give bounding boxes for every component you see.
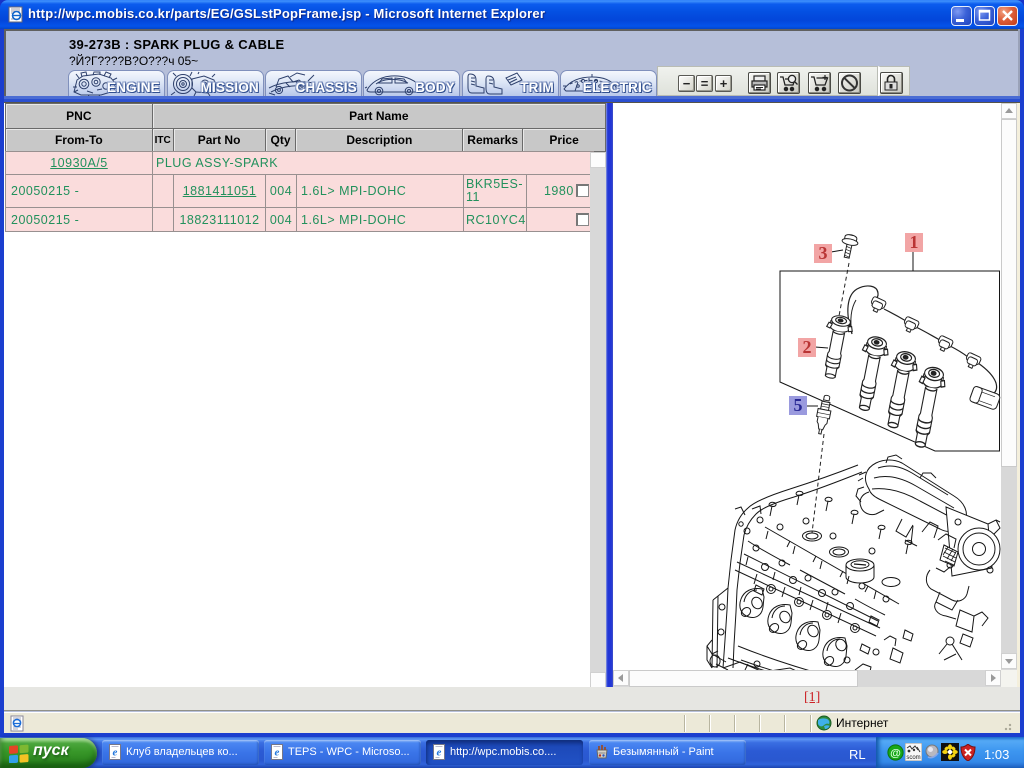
svg-text:e: e (275, 747, 280, 759)
svg-text:@: @ (890, 748, 901, 760)
svg-text:1: 1 (910, 232, 919, 252)
svg-text:5: 5 (794, 395, 803, 415)
svg-text:2: 2 (803, 337, 812, 357)
svg-text:e: e (437, 747, 442, 759)
svg-text:e: e (113, 747, 118, 759)
svg-text:scom: scom (906, 755, 920, 761)
svg-text:3: 3 (819, 243, 828, 263)
